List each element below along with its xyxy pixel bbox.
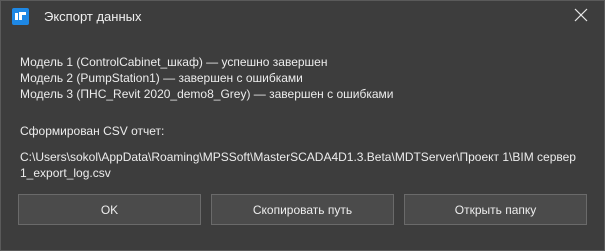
dialog-content: Модель 1 (ControlCabinet_шкаф) — успешно… <box>20 54 590 181</box>
button-row: OK Скопировать путь Открыть папку <box>18 194 589 227</box>
result-line-model-2: Модель 2 (PumpStation1) — завершен с оши… <box>20 71 303 85</box>
result-line-model-1: Модель 1 (ControlCabinet_шкаф) — успешно… <box>20 55 328 69</box>
report-label: Сформирован CSV отчет: <box>20 124 165 138</box>
open-folder-button[interactable]: Открыть папку <box>404 194 587 225</box>
export-dialog: Экспорт данных Модель 1 (ControlCabinet_… <box>0 0 605 251</box>
report-path-line-2: 1_export_log.csv <box>20 166 111 180</box>
mps-app-icon <box>12 8 29 25</box>
title-bar: Экспорт данных <box>1 1 604 33</box>
close-button[interactable] <box>558 1 604 33</box>
copy-path-button[interactable]: Скопировать путь <box>211 194 394 225</box>
ok-button[interactable]: OK <box>18 194 201 225</box>
result-line-model-3: Модель 3 (ПНС_Revit 2020_demo8_Grey) — з… <box>20 87 394 101</box>
report-path-line-1: C:\Users\sokol\AppData\Roaming\MPSSoft\M… <box>20 150 576 164</box>
window-title: Экспорт данных <box>44 9 142 24</box>
close-icon <box>574 8 588 27</box>
